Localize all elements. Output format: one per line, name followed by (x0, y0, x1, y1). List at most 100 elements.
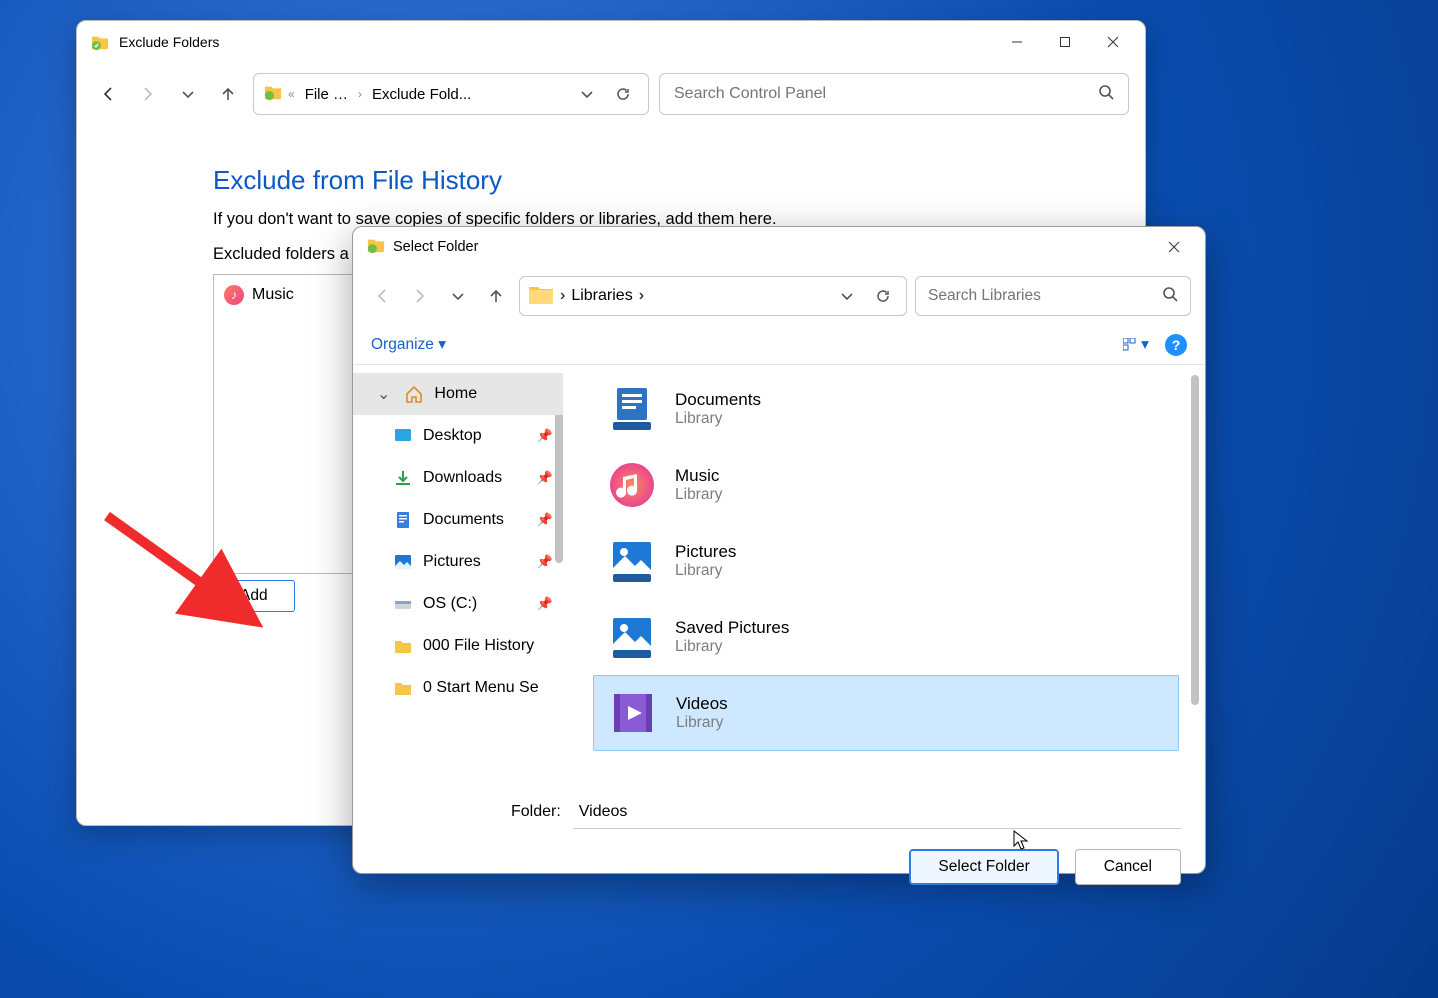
doc-library-icon (605, 382, 659, 436)
nav-forward-button[interactable] (405, 281, 435, 311)
library-item-music[interactable]: MusicLibrary (593, 447, 1179, 523)
drive-icon (393, 594, 413, 614)
home-icon (404, 384, 424, 404)
library-item-documents[interactable]: DocumentsLibrary (593, 371, 1179, 447)
pin-icon: 📌 (537, 470, 553, 486)
breadcrumb-item[interactable]: Libraries (571, 287, 632, 305)
chevron-right-icon: › (560, 287, 565, 305)
library-item-name: Music (675, 466, 722, 486)
folder-icon (528, 283, 554, 310)
doc-icon (393, 510, 413, 530)
nav-recent-button[interactable] (173, 79, 203, 109)
sidebar-item-desktop[interactable]: Desktop 📌 (353, 415, 563, 457)
pic-icon (393, 552, 413, 572)
folder-icon (393, 678, 413, 698)
close-button[interactable] (1089, 26, 1137, 58)
library-item-subtitle: Library (675, 410, 761, 428)
search-input[interactable] (674, 85, 1098, 103)
library-item-pictures[interactable]: PicturesLibrary (593, 523, 1179, 599)
add-button[interactable]: Add (213, 580, 295, 612)
dialog-address-bar[interactable]: › Libraries › (519, 276, 907, 316)
library-item-videos[interactable]: VideosLibrary (593, 675, 1179, 751)
nav-row: « File … › Exclude Fold... (77, 63, 1145, 125)
dialog-bottom: Folder: Select Folder Cancel (353, 785, 1205, 885)
pin-icon: 📌 (537, 596, 553, 612)
chevron-right-icon: › (639, 287, 644, 305)
desktop-icon (393, 426, 413, 446)
dialog-search-input[interactable] (928, 287, 1162, 305)
search-icon (1162, 286, 1178, 307)
library-item-subtitle: Library (676, 714, 728, 732)
dialog-toolbar: Organize ▾ ▾ ? (353, 325, 1205, 365)
search-icon (1098, 84, 1114, 105)
window-title: Exclude Folders (119, 34, 219, 50)
nav-back-button[interactable] (93, 79, 123, 109)
folder-field[interactable] (573, 795, 1181, 829)
library-item-name: Saved Pictures (675, 618, 789, 638)
nav-back-button[interactable] (367, 281, 397, 311)
dialog-file-pane: DocumentsLibraryMusicLibraryPicturesLibr… (563, 365, 1205, 785)
pic-library-icon (605, 610, 659, 664)
nav-forward-button[interactable] (133, 79, 163, 109)
dialog-nav-row: › Libraries › (353, 267, 1205, 325)
select-folder-button[interactable]: Select Folder (909, 849, 1058, 885)
pic-library-icon (605, 534, 659, 588)
download-icon (393, 468, 413, 488)
view-options-button[interactable]: ▾ (1119, 331, 1153, 359)
folder-field-label: Folder: (511, 803, 561, 821)
sidebar-item-sms[interactable]: 0 Start Menu Se (353, 667, 563, 709)
sidebar-item-pictures[interactable]: Pictures 📌 (353, 541, 563, 583)
library-item-subtitle: Library (675, 562, 736, 580)
list-item-label: Music (252, 286, 294, 304)
filehistory-icon (367, 236, 385, 259)
breadcrumb-item[interactable]: Exclude Fold... (368, 84, 475, 105)
sidebar-item-label: 0 Start Menu Se (423, 679, 539, 697)
library-item-subtitle: Library (675, 638, 789, 656)
sidebar-item-downloads[interactable]: Downloads📌 (353, 457, 563, 499)
library-item-savedpictures[interactable]: Saved PicturesLibrary (593, 599, 1179, 675)
sidebar-item-fh[interactable]: 000 File History (353, 625, 563, 667)
search-box[interactable] (659, 73, 1129, 115)
refresh-button[interactable] (868, 281, 898, 311)
sidebar-item-osc[interactable]: OS (C:) 📌 (353, 583, 563, 625)
breadcrumb-dropdown-button[interactable] (572, 79, 602, 109)
nav-up-button[interactable] (213, 79, 243, 109)
breadcrumb-dropdown-button[interactable] (832, 281, 862, 311)
refresh-button[interactable] (608, 79, 638, 109)
page-heading: Exclude from File History (213, 165, 1145, 196)
sidebar-item-label: 000 File History (423, 637, 534, 655)
sidebar-item-label: OS (C:) (423, 595, 477, 613)
pane-scrollbar[interactable] (1191, 375, 1199, 705)
sidebar-item-label: Desktop (423, 427, 482, 445)
chevron-right-icon: › (358, 87, 362, 101)
library-item-name: Pictures (675, 542, 736, 562)
breadcrumb-back-icon: « (288, 87, 295, 101)
organize-menu[interactable]: Organize ▾ (371, 335, 446, 354)
music-library-icon (605, 458, 659, 512)
cancel-button[interactable]: Cancel (1075, 849, 1181, 885)
library-item-name: Videos (676, 694, 728, 714)
sidebar-item-label: Pictures (423, 553, 481, 571)
maximize-button[interactable] (1041, 26, 1089, 58)
dialog-close-button[interactable] (1153, 231, 1195, 263)
dialog-sidebar: ⌄HomeDesktop📌Downloads📌Documents📌Picture… (353, 365, 563, 785)
breadcrumb-item[interactable]: File … (301, 84, 352, 105)
minimize-button[interactable] (993, 26, 1041, 58)
address-bar[interactable]: « File … › Exclude Fold... (253, 73, 649, 115)
dialog-titlebar: Select Folder (353, 227, 1205, 267)
sidebar-item-label: Documents (423, 511, 504, 529)
folder-icon (393, 636, 413, 656)
nav-recent-button[interactable] (443, 281, 473, 311)
sidebar-item-documents[interactable]: Documents📌 (353, 499, 563, 541)
pin-icon: 📌 (537, 554, 553, 570)
chevron-down-icon: ⌄ (377, 384, 390, 404)
music-icon: ♪ (224, 285, 244, 305)
dialog-search-box[interactable] (915, 276, 1191, 316)
nav-up-button[interactable] (481, 281, 511, 311)
pin-icon: 📌 (537, 428, 553, 444)
dialog-title: Select Folder (393, 239, 478, 255)
sidebar-item-home[interactable]: ⌄ Home (353, 373, 563, 415)
filehistory-icon (91, 33, 109, 51)
help-button[interactable]: ? (1165, 334, 1187, 356)
sidebar-item-label: Home (434, 385, 477, 403)
